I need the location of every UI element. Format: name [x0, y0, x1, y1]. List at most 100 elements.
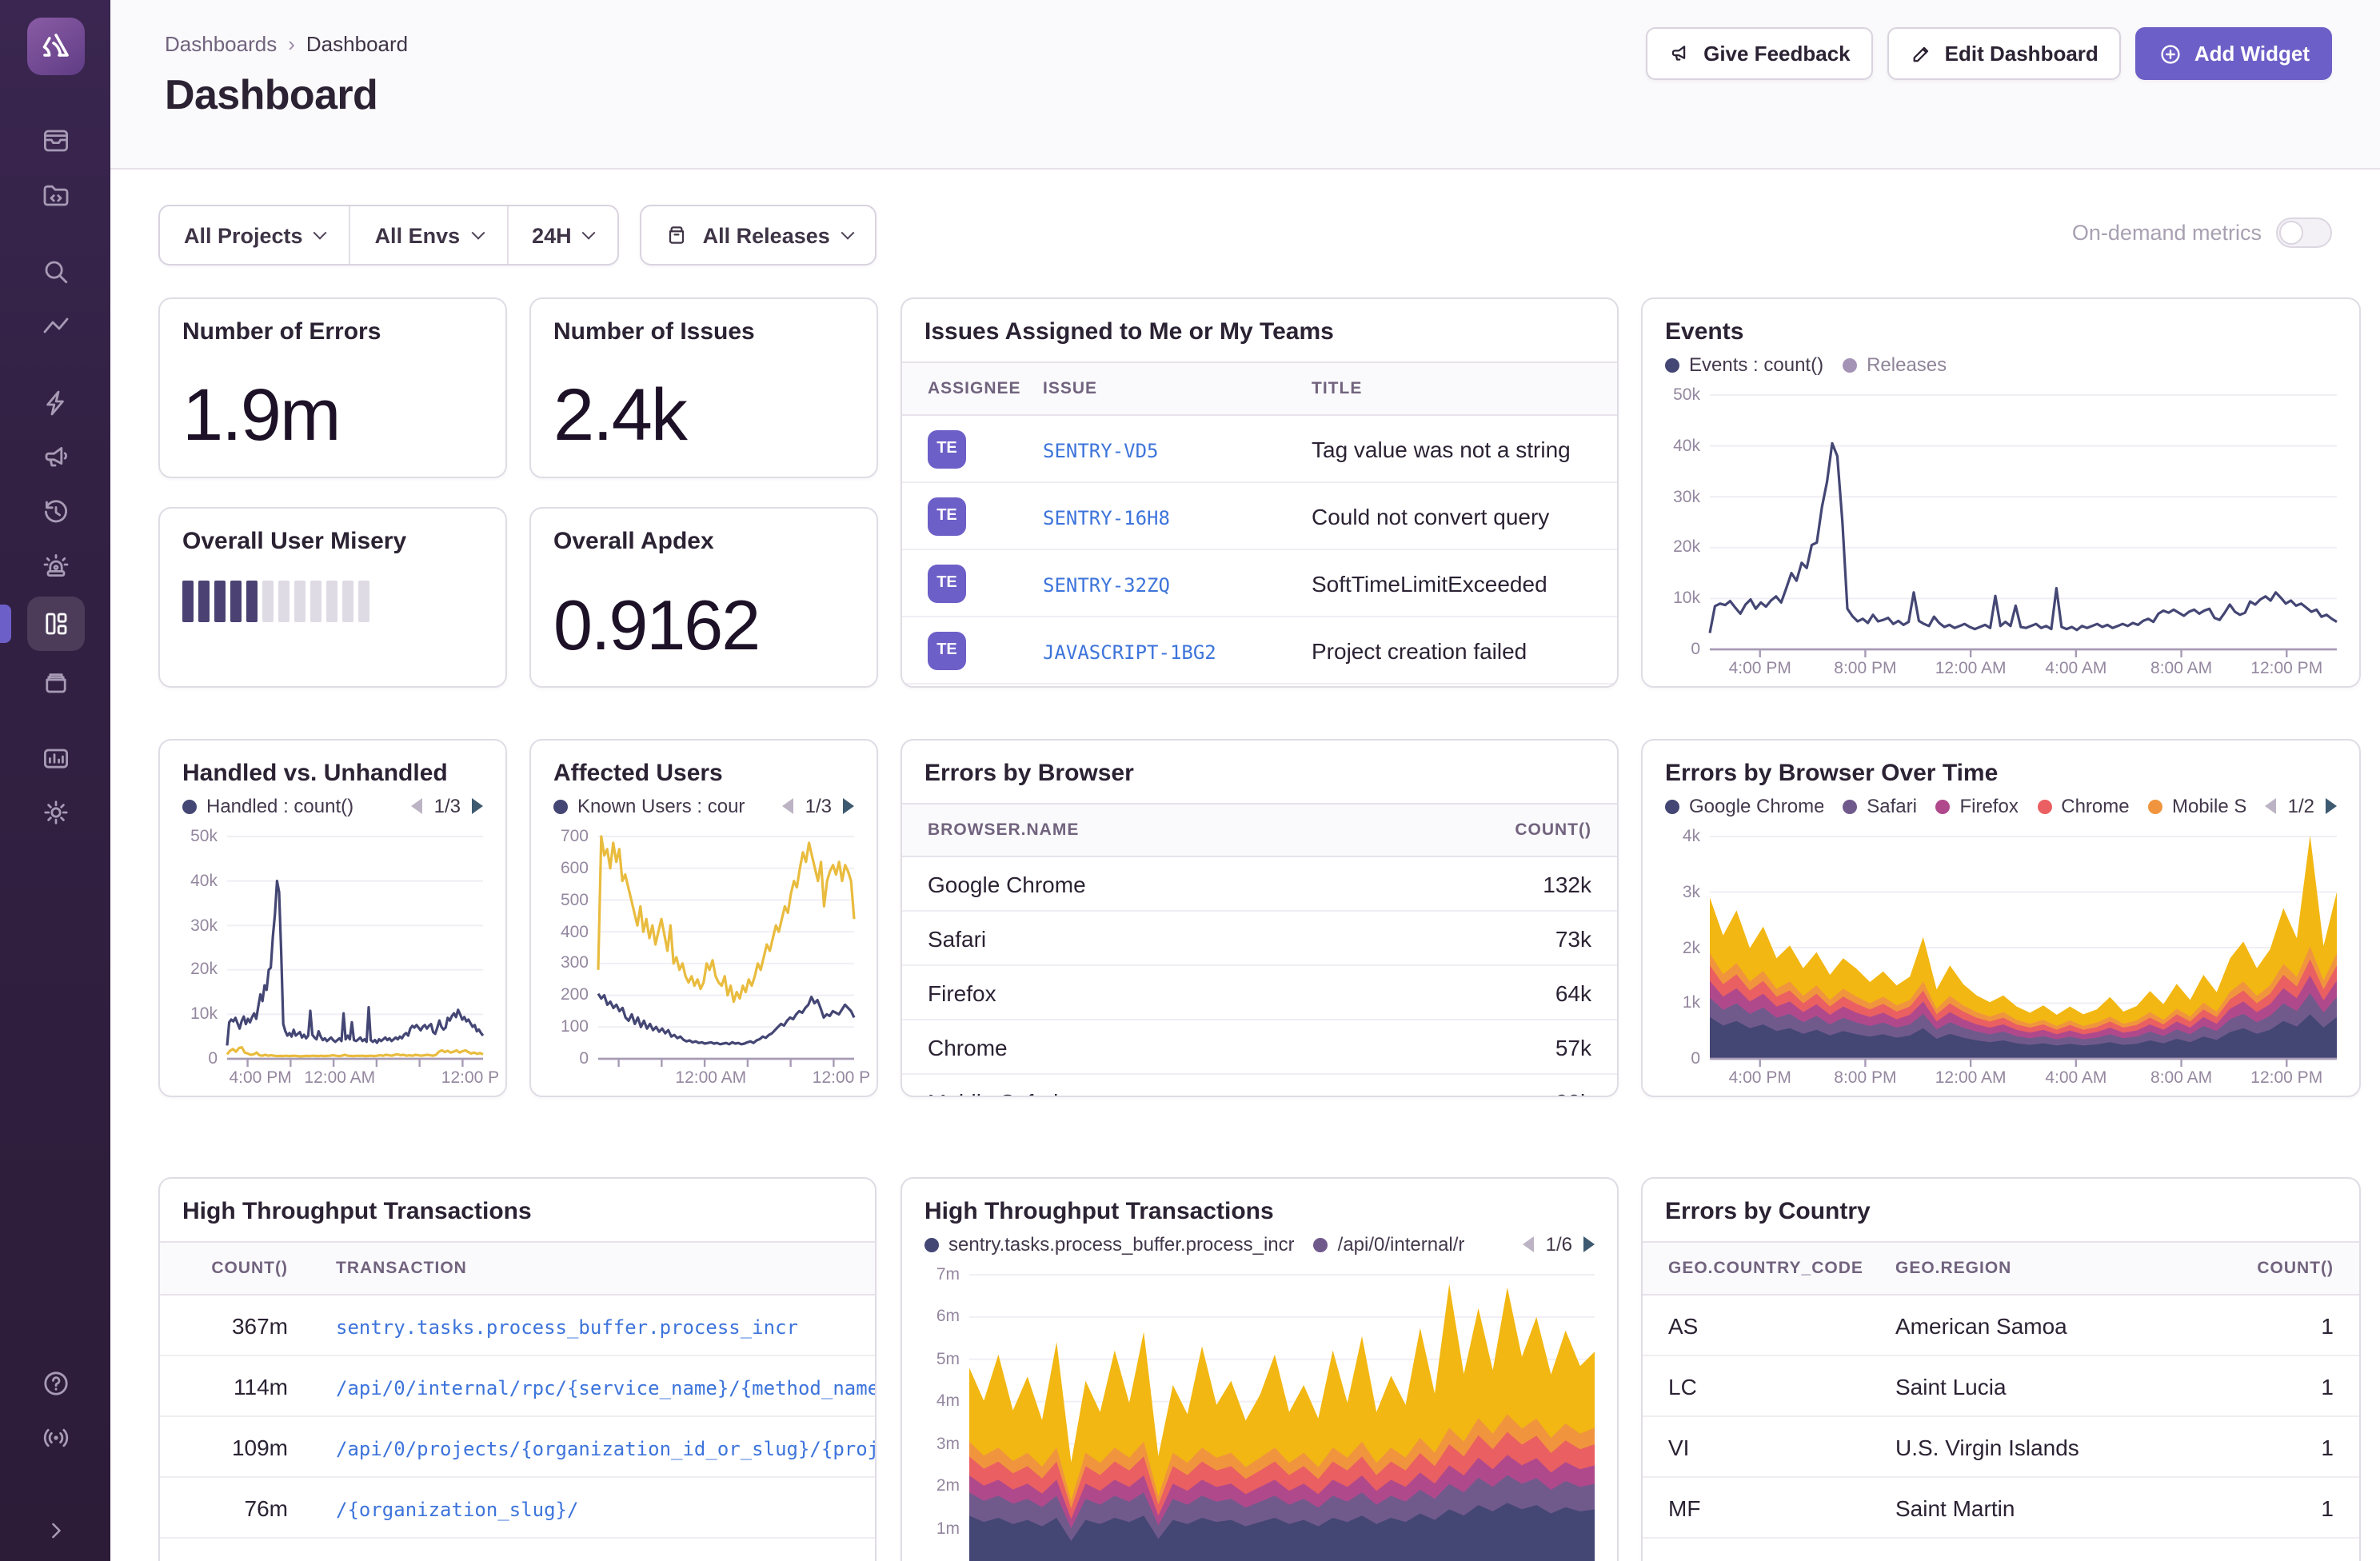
chart-legend: Handled : count() 1/3: [160, 787, 505, 817]
card-number-of-issues: Number of Issues 2.4k: [529, 297, 878, 478]
sidebar-item-feedback[interactable]: [26, 433, 84, 481]
environments-filter-dropdown[interactable]: All Envs: [349, 206, 507, 264]
transaction-link[interactable]: /{organization_slug}/: [336, 1498, 578, 1520]
sidebar-item-projects[interactable]: [26, 171, 84, 219]
date-range-filter-dropdown[interactable]: 24H: [506, 206, 618, 264]
releases-filter-dropdown[interactable]: All Releases: [640, 205, 877, 265]
transaction-link[interactable]: /api/0/projects/{organization_id_or_slug…: [336, 1437, 875, 1459]
issue-link[interactable]: JAVASCRIPT-1BG2: [1043, 641, 1216, 663]
count-value: 109m: [231, 1434, 288, 1459]
widget-title[interactable]: Events: [1643, 299, 2359, 345]
column-header[interactable]: COUNT(): [160, 1259, 294, 1278]
count-value: 76m: [244, 1495, 288, 1520]
transaction-link[interactable]: /api/0/internal/rpc/{service_name}/{meth…: [336, 1376, 875, 1399]
legend-item[interactable]: Handled : count(): [182, 795, 353, 817]
table-row: 109m/api/0/projects/{organization_id_or_…: [160, 1417, 875, 1478]
sidebar-item-settings[interactable]: [26, 788, 84, 836]
on-demand-metrics-toggle[interactable]: [2276, 218, 2332, 248]
pager-prev-icon[interactable]: [411, 798, 423, 814]
widget-title[interactable]: Errors by Country: [1643, 1179, 2359, 1225]
sidebar-collapse-button[interactable]: [26, 1507, 84, 1555]
widget-title[interactable]: Handled vs. Unhandled: [160, 741, 505, 787]
pager-next-icon[interactable]: [2326, 798, 2337, 814]
sentry-logo[interactable]: [26, 18, 84, 75]
legend-item[interactable]: Google Chrome: [1665, 795, 1823, 817]
issue-link[interactable]: SENTRY-VD5: [1043, 439, 1159, 461]
legend-item[interactable]: Releases: [1843, 353, 1947, 376]
transaction-link[interactable]: sentry.tasks.process_buffer.process_incr: [336, 1315, 798, 1338]
legend-item[interactable]: sentry.tasks.process_buffer.process_incr: [924, 1233, 1295, 1256]
widget-title[interactable]: Issues Assigned to Me or My Teams: [902, 299, 1617, 345]
widget-title[interactable]: Affected Users: [531, 741, 877, 787]
widget-title[interactable]: Errors by Browser Over Time: [1643, 741, 2359, 787]
projects-filter-dropdown[interactable]: All Projects: [160, 206, 349, 264]
column-header[interactable]: GEO.COUNTRY_CODE: [1643, 1259, 1895, 1278]
sidebar-item-help[interactable]: [26, 1359, 84, 1407]
column-header[interactable]: ASSIGNEE: [902, 379, 1043, 398]
sidebar-item-dashboards[interactable]: [0, 597, 84, 651]
column-header[interactable]: COUNT(): [1473, 820, 1617, 840]
chart-legend: Known Users : cour 1/3: [531, 787, 877, 817]
table-row: AS American Samoa 1: [1643, 1296, 2359, 1356]
count-value: 64k: [1555, 980, 1591, 1005]
issue-link[interactable]: SENTRY-16H8: [1043, 506, 1170, 529]
issue-link[interactable]: SENTRY-32ZQ: [1043, 573, 1170, 596]
add-widget-button[interactable]: Add Widget: [2134, 27, 2332, 80]
breadcrumb-dashboards-link[interactable]: Dashboards: [165, 32, 277, 56]
give-feedback-button[interactable]: Give Feedback: [1646, 27, 1873, 80]
assignee-avatar[interactable]: TE: [928, 497, 966, 535]
sidebar-item-crons[interactable]: [26, 657, 84, 705]
legend-item[interactable]: /api/0/internal/r: [1313, 1233, 1464, 1256]
sidebar-item-stats[interactable]: [26, 302, 84, 350]
table-row: TE SENTRY-16H8 Could not convert query: [902, 483, 1617, 550]
widget-title[interactable]: High Throughput Transactions: [160, 1179, 875, 1225]
column-header[interactable]: BROWSER.NAME: [902, 820, 1473, 840]
column-header[interactable]: COUNT(): [2247, 1259, 2359, 1278]
legend-item[interactable]: Safari: [1843, 795, 1916, 817]
widget-title[interactable]: Number of Errors: [160, 299, 505, 345]
widget-title[interactable]: Overall Apdex: [531, 509, 877, 555]
pager-next-icon[interactable]: [1583, 1236, 1595, 1252]
edit-dashboard-button[interactable]: Edit Dashboard: [1887, 27, 2121, 80]
legend-item[interactable]: Mobile S: [2147, 795, 2246, 817]
sidebar-item-performance[interactable]: [26, 379, 84, 427]
widget-title[interactable]: Errors by Browser: [902, 741, 1617, 787]
widget-title[interactable]: Number of Issues: [531, 299, 877, 345]
pencil-icon: [1913, 46, 1928, 62]
chart-plot-area: [597, 827, 856, 1067]
assignee-avatar[interactable]: TE: [928, 429, 966, 468]
legend-pager: 1/3: [782, 795, 854, 817]
widget-title[interactable]: Overall User Misery: [160, 509, 505, 555]
sidebar-item-insights[interactable]: [26, 734, 84, 782]
legend-item[interactable]: Known Users : cour: [553, 795, 745, 817]
table-row: Google Chrome 132k: [902, 857, 1617, 912]
pager-next-icon[interactable]: [843, 798, 854, 814]
assignee-avatar[interactable]: TE: [928, 564, 966, 602]
legend-item[interactable]: Events : count(): [1665, 353, 1823, 376]
sidebar-item-issues[interactable]: [26, 117, 84, 165]
sidebar-item-explore[interactable]: [26, 248, 84, 296]
column-header[interactable]: GEO.REGION: [1895, 1259, 2247, 1278]
pager-next-icon[interactable]: [472, 798, 483, 814]
column-header[interactable]: TRANSACTION: [294, 1259, 875, 1278]
pager-prev-icon[interactable]: [782, 798, 794, 814]
country-code: VI: [1668, 1434, 1690, 1459]
top-bar: Dashboards › Dashboard Dashboard Give Fe…: [110, 0, 2380, 170]
legend-item[interactable]: Firefox: [1935, 795, 2018, 817]
count-value: 132k: [1543, 871, 1591, 896]
card-overall-user-misery: Overall User Misery: [158, 507, 507, 688]
pager-prev-icon[interactable]: [2265, 798, 2277, 814]
projects-icon: [42, 185, 68, 206]
assignee-avatar[interactable]: TE: [928, 631, 966, 669]
column-header[interactable]: ISSUE: [1043, 379, 1312, 398]
pager-prev-icon[interactable]: [1523, 1236, 1535, 1252]
sidebar-item-replays[interactable]: [26, 488, 84, 536]
card-high-throughput-table: High Throughput Transactions COUNT() TRAN…: [158, 1177, 877, 1561]
siren-icon: [42, 554, 68, 577]
widget-title[interactable]: High Throughput Transactions: [902, 1179, 1617, 1225]
count-value: 73k: [1555, 925, 1591, 951]
column-header[interactable]: TITLE: [1312, 379, 1617, 398]
sidebar-item-whats-new[interactable]: [26, 1414, 84, 1462]
legend-item[interactable]: Chrome: [2037, 795, 2129, 817]
sidebar-item-alerts[interactable]: [26, 542, 84, 590]
